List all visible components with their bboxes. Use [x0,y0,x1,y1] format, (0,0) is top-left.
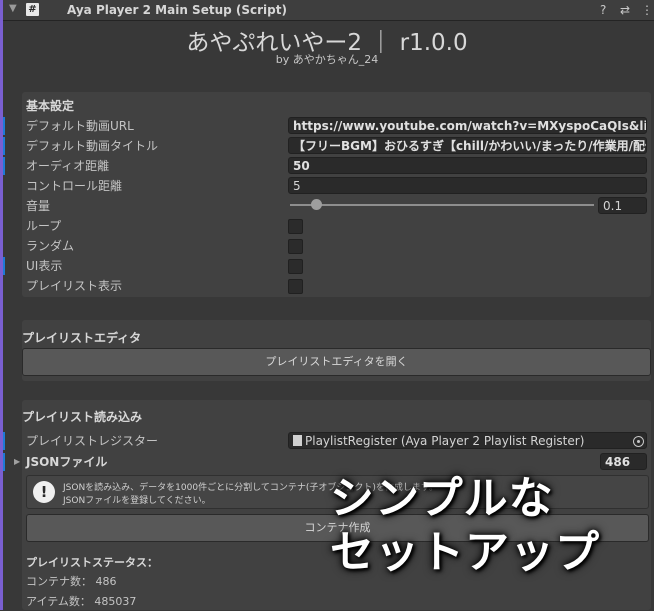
inspector-accent-bar [0,0,3,610]
ui-display-checkbox[interactable] [288,259,303,274]
audio-distance-field[interactable]: 50 [288,157,647,174]
json-file-label[interactable]: JSONファイル [26,453,107,471]
object-picker-icon[interactable] [633,436,644,447]
modified-indicator [3,257,5,275]
playlist-register-label: プレイリストレジスター [26,434,159,448]
overlay-caption-line2: セットアップ [330,527,600,578]
control-distance-field[interactable]: 5 [288,177,647,194]
container-count: コンテナ数： 486 [26,575,117,588]
section-title-playlist-import: プレイリスト読み込み [22,410,143,424]
random-checkbox[interactable] [288,239,303,254]
component-header[interactable]: ▼ # Aya Player 2 Main Setup (Script) ? ⇄… [3,0,654,21]
control-distance-label: コントロール距離 [26,179,123,193]
help-text-line2: JSONファイルを登録してください。 [63,496,211,506]
volume-value-field[interactable]: 0.1 [598,197,647,214]
playlist-status-title: プレイリストステータス： [26,556,158,569]
open-playlist-editor-button[interactable]: プレイリストエディタを開く [22,348,651,376]
loop-checkbox[interactable] [288,219,303,234]
volume-slider-thumb[interactable] [310,199,322,210]
audio-distance-label: オーディオ距離 [26,159,110,173]
default-url-field[interactable]: https://www.youtube.com/watch?v=MXyspoCa… [288,117,647,134]
default-url-label: デフォルト動画URL [26,119,134,133]
playlist-display-label: プレイリスト表示 [26,279,123,293]
default-title-label: デフォルト動画タイトル [26,139,159,153]
object-icon [293,435,302,446]
component-title: Aya Player 2 Main Setup (Script) [67,3,287,17]
expand-triangle-icon[interactable]: ▶ [14,457,20,466]
modified-indicator [3,137,5,155]
ui-display-label: UI表示 [26,259,63,273]
modified-indicator [3,157,5,175]
banner-subtitle: by あやかちゃん_24 [275,53,379,66]
volume-label: 音量 [26,199,51,213]
modified-indicator [3,432,5,450]
section-title-playlist-editor: プレイリストエディタ [22,331,142,345]
playlist-register-value: PlaylistRegister (Aya Player 2 Playlist … [305,434,585,448]
kebab-menu-icon[interactable]: ⋮ [641,3,653,17]
modified-indicator [3,453,5,471]
default-title-field[interactable]: 【フリーBGM】おひるすぎ【chill/かわいい/まったり/作業用/配信用】 [288,137,647,154]
script-icon: # [26,3,39,16]
warning-icon: ! [33,481,55,503]
playlist-register-field[interactable]: PlaylistRegister (Aya Player 2 Playlist … [288,432,647,449]
modified-indicator [3,117,5,135]
random-label: ランダム [26,239,75,253]
volume-slider-track[interactable] [290,204,594,206]
item-count: アイテム数： 485037 [26,595,137,608]
section-title-basic: 基本設定 [26,99,75,113]
playlist-display-checkbox[interactable] [288,279,303,294]
help-icon[interactable]: ? [600,3,606,17]
preset-icon[interactable]: ⇄ [620,3,630,17]
fold-triangle-icon[interactable]: ▼ [9,3,17,14]
json-count-field[interactable]: 486 [600,453,647,470]
loop-label: ループ [26,219,62,233]
